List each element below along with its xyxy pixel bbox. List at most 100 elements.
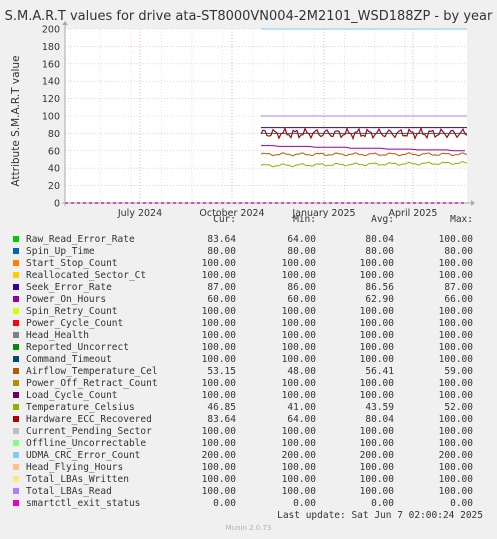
legend-row: UDMA_CRC_Error_Count 200.00 200.00 200.00 20… [0, 450, 497, 462]
legend-row: Command_Timeout 100.00 100.00 100.00 100.00 [0, 354, 497, 366]
legend-swatch [13, 320, 19, 326]
legend-avg-value: 100.00 [359, 426, 394, 437]
y-tick-label: 180 [42, 42, 60, 53]
legend-avg-value: 100.00 [359, 318, 394, 329]
legend-max-value: 100.00 [438, 258, 473, 269]
y-tick-label: 200 [42, 25, 60, 36]
legend-max-value: 100.00 [438, 486, 473, 497]
legend-min-value: 86.00 [287, 282, 316, 293]
legend-min-value: 100.00 [281, 462, 316, 473]
legend-swatch [13, 416, 19, 422]
legend-min-value: 200.00 [281, 450, 316, 461]
legend-row: Offline_Uncorrectable 100.00 100.00 100.00 1… [0, 438, 497, 450]
legend-min-value: 100.00 [281, 306, 316, 317]
y-tick-label: 40 [48, 164, 60, 175]
legend-min-value: 100.00 [281, 486, 316, 497]
legend-series-name: Head_Health [26, 330, 89, 341]
header-avg: Avg: [371, 214, 394, 225]
header-cur: Cur: [213, 214, 236, 225]
legend-row: Power_Cycle_Count 100.00 100.00 100.00 100.0… [0, 318, 497, 330]
legend-max-value: 100.00 [438, 354, 473, 365]
legend-min-value: 80.00 [287, 246, 316, 257]
legend-cur-value: 100.00 [201, 342, 236, 353]
legend-series-name: Load_Cycle_Count [26, 390, 118, 401]
legend-swatch [13, 476, 19, 482]
legend-avg-value: 80.00 [365, 246, 394, 257]
legend-min-value: 100.00 [281, 474, 316, 485]
legend-cur-value: 100.00 [201, 330, 236, 341]
legend-max-value: 200.00 [438, 450, 473, 461]
legend-cur-value: 80.00 [207, 246, 236, 257]
legend-max-value: 100.00 [438, 318, 473, 329]
legend-avg-value: 80.04 [365, 234, 394, 245]
legend-swatch [13, 260, 19, 266]
legend-avg-value: 100.00 [359, 390, 394, 401]
legend-series-name: Command_Timeout [26, 354, 112, 365]
legend-swatch [13, 500, 19, 506]
legend-series-name: Seek_Error_Rate [26, 282, 112, 293]
legend-min-value: 0.00 [293, 498, 316, 509]
y-tick-label: 0 [54, 199, 60, 210]
legend-swatch [13, 332, 19, 338]
legend-avg-value: 56.41 [365, 366, 394, 377]
legend-min-value: 100.00 [281, 330, 316, 341]
legend-max-value: 100.00 [438, 390, 473, 401]
legend-swatch [13, 296, 19, 302]
legend-series-name: Temperature_Celsius [26, 402, 135, 413]
legend-avg-value: 100.00 [359, 270, 394, 281]
legend-cur-value: 60.00 [207, 294, 236, 305]
legend-max-value: 100.00 [438, 474, 473, 485]
legend-cur-value: 46.85 [207, 402, 236, 413]
legend-series-name: Hardware_ECC_Recovered [26, 414, 152, 425]
legend-cur-value: 53.15 [207, 366, 236, 377]
legend-min-value: 100.00 [281, 354, 316, 365]
legend-swatch [13, 392, 19, 398]
legend-row: Raw_Read_Error_Rate 83.64 64.00 80.04 100.00 [0, 234, 497, 246]
legend-row: Load_Cycle_Count 100.00 100.00 100.00 100.00 [0, 390, 497, 402]
legend-avg-value: 100.00 [359, 342, 394, 353]
legend-avg-value: 100.00 [359, 258, 394, 269]
legend-max-value: 100.00 [438, 234, 473, 245]
legend-max-value: 100.00 [438, 438, 473, 449]
munin-version: Munin 2.0.73 [225, 524, 272, 532]
legend-min-value: 100.00 [281, 378, 316, 389]
legend-row: Start_Stop_Count 100.00 100.00 100.00 100.00 [0, 258, 497, 270]
legend-max-value: 100.00 [438, 426, 473, 437]
legend-swatch [13, 248, 19, 254]
legend-max-value: 100.00 [438, 270, 473, 281]
legend-cur-value: 100.00 [201, 426, 236, 437]
legend-row: Reported_Uncorrect 100.00 100.00 100.00 100.… [0, 342, 497, 354]
legend-series-name: Reported_Uncorrect [26, 342, 129, 353]
y-tick-label: 60 [48, 146, 60, 157]
header-min: Min: [293, 214, 316, 225]
legend-cur-value: 100.00 [201, 378, 236, 389]
legend-cur-value: 100.00 [201, 306, 236, 317]
legend-cur-value: 100.00 [201, 354, 236, 365]
legend-avg-value: 0.00 [371, 498, 394, 509]
legend-avg-value: 100.00 [359, 306, 394, 317]
legend-row: Head_Flying_Hours 100.00 100.00 100.00 100.0… [0, 462, 497, 474]
legend-series-name: Airflow_Temperature_Cel [26, 366, 158, 377]
legend-series-name: Current_Pending_Sector [26, 426, 152, 437]
legend-cur-value: 100.00 [201, 390, 236, 401]
legend-min-value: 64.00 [287, 414, 316, 425]
legend-swatch [13, 488, 19, 494]
legend-series-name: Offline_Uncorrectable [26, 438, 147, 449]
legend-cur-value: 100.00 [201, 258, 236, 269]
legend-row: smartctl_exit_status 0.00 0.00 0.00 0.00 [0, 498, 497, 510]
legend-cur-value: 100.00 [201, 474, 236, 485]
legend-avg-value: 62.90 [365, 294, 394, 305]
legend-swatch [13, 428, 19, 434]
legend-avg-value: 100.00 [359, 486, 394, 497]
legend-min-value: 60.00 [287, 294, 316, 305]
y-tick-label: 120 [42, 94, 60, 105]
legend-cur-value: 100.00 [201, 318, 236, 329]
legend-max-value: 52.00 [444, 402, 473, 413]
legend-avg-value: 80.04 [365, 414, 394, 425]
legend-avg-value: 100.00 [359, 378, 394, 389]
legend-cur-value: 0.00 [213, 498, 236, 509]
legend-avg-value: 100.00 [359, 330, 394, 341]
legend-swatch [13, 404, 19, 410]
legend-avg-value: 43.59 [365, 402, 394, 413]
legend-row: Power_On_Hours 60.00 60.00 62.90 66.00 [0, 294, 497, 306]
